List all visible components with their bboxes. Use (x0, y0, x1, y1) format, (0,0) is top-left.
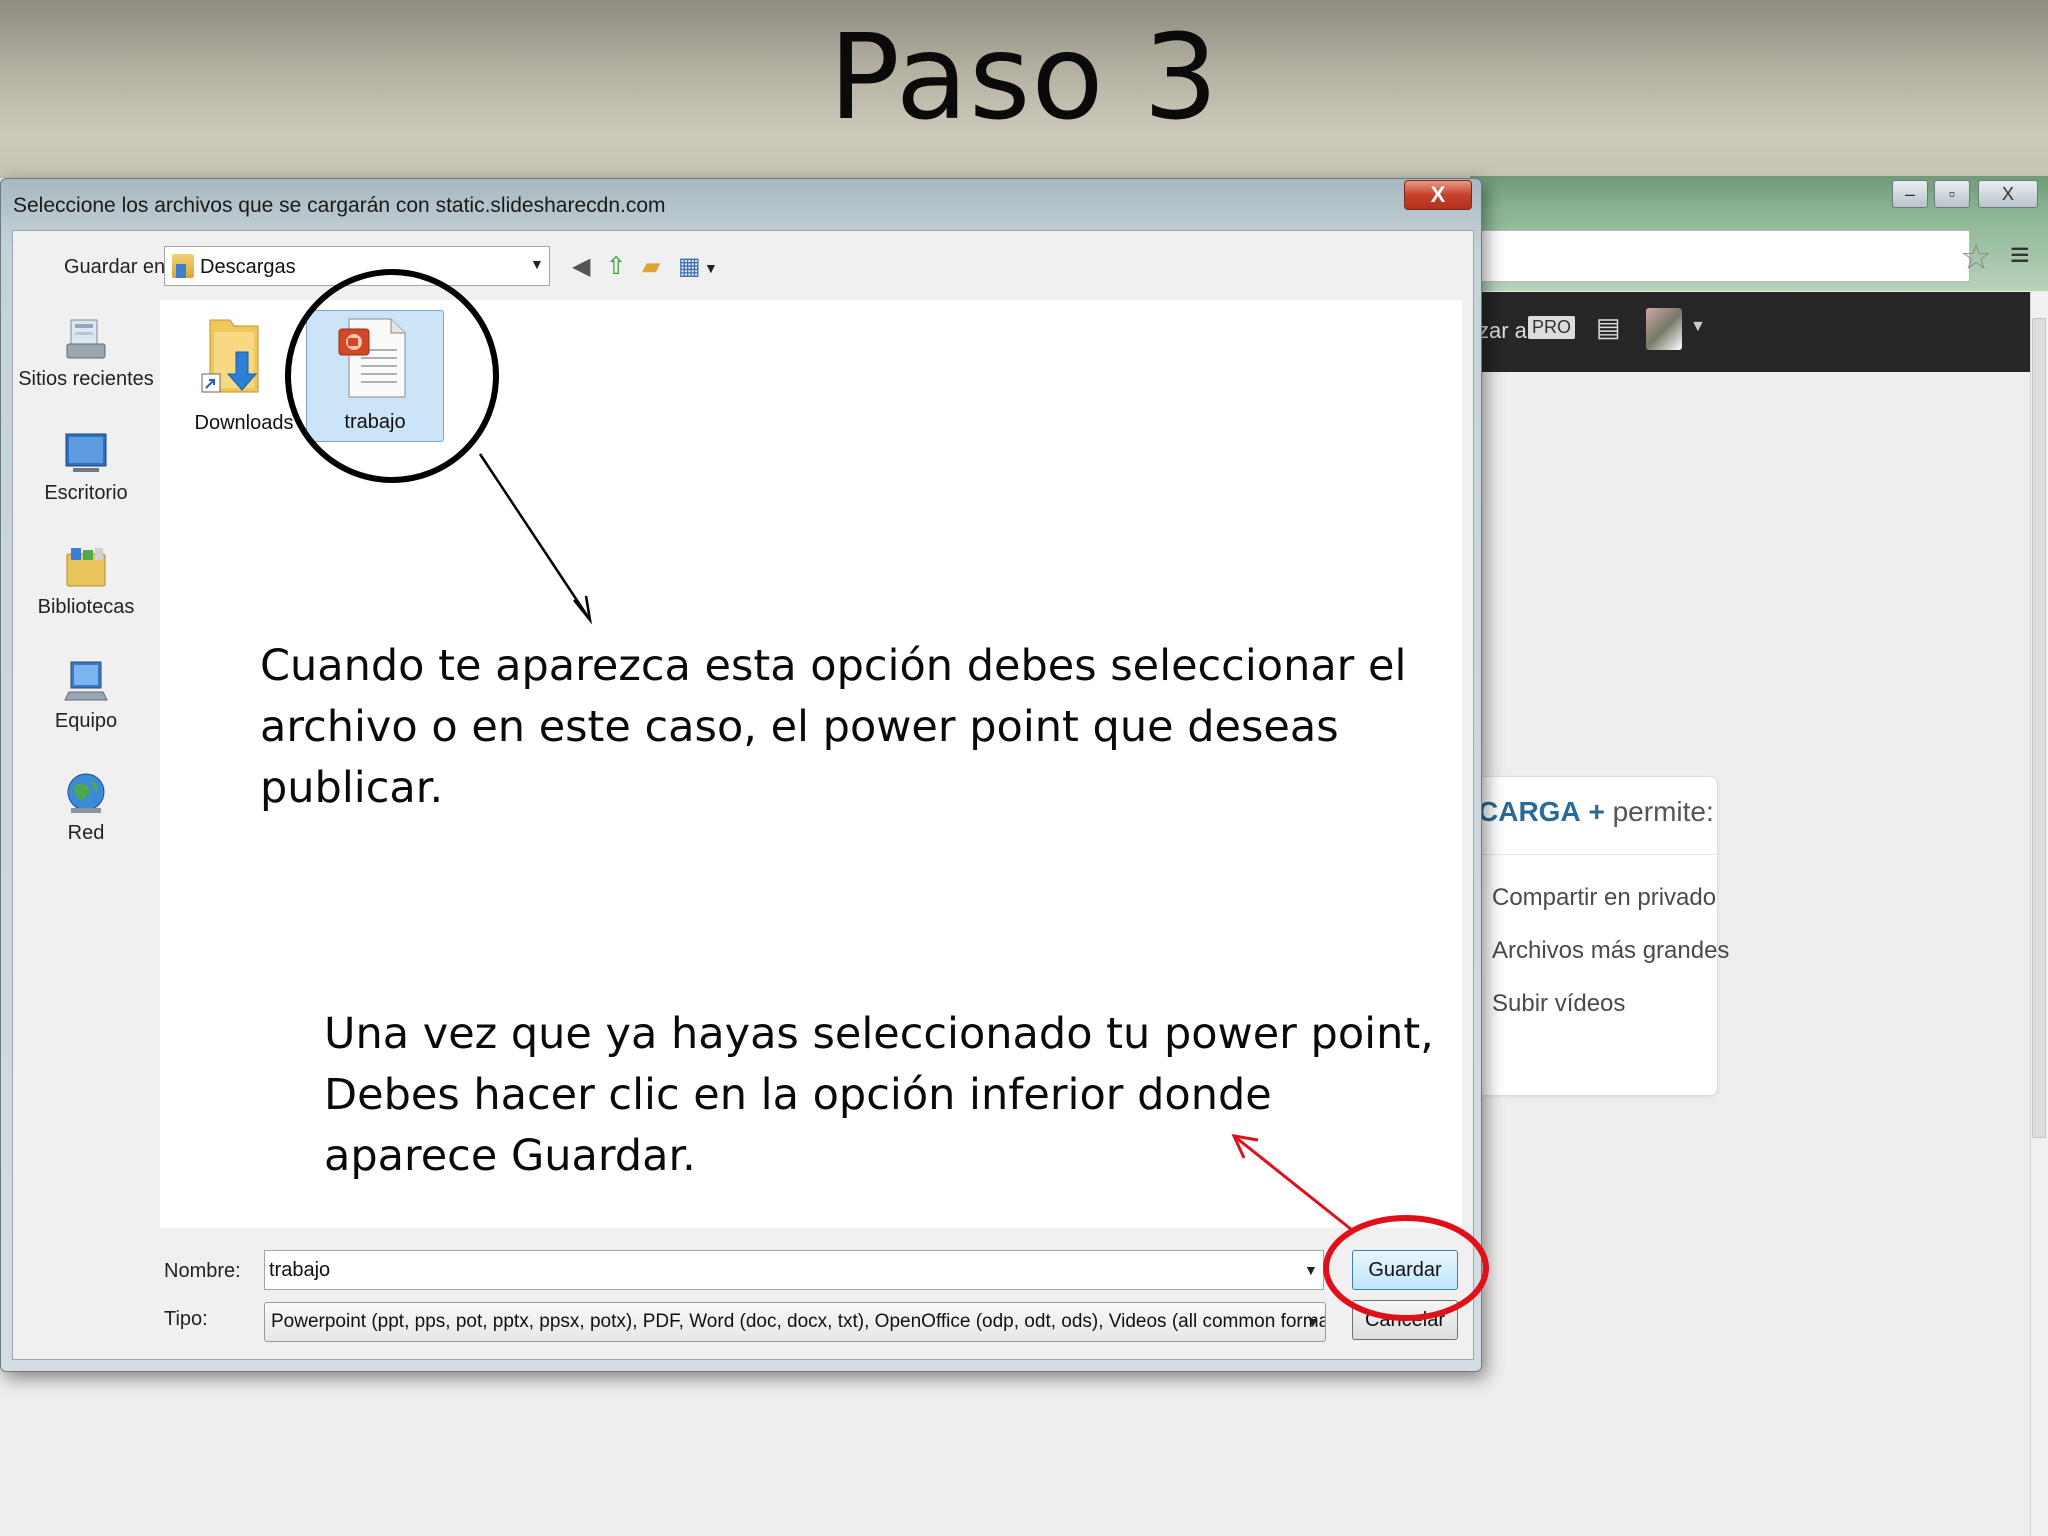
plus-icon: + (1588, 796, 1605, 827)
place-desktop[interactable]: Escritorio (14, 430, 158, 505)
document-icon[interactable]: ▤ (1596, 312, 1621, 343)
bookmark-star-icon[interactable]: ☆ (1960, 236, 1992, 278)
maximize-button[interactable]: ▫ (1934, 180, 1970, 208)
divider (1478, 854, 1718, 855)
upgrade-link[interactable]: zar a (1478, 318, 1527, 344)
powerpoint-file-icon (338, 318, 406, 398)
scrollbar-thumb[interactable] (2032, 318, 2046, 1138)
place-network[interactable]: Red (14, 770, 158, 845)
menu-icon[interactable]: ≡ (2010, 236, 2030, 275)
file-label: trabajo (344, 411, 406, 433)
chevron-down-icon[interactable]: ▼ (530, 256, 544, 272)
chevron-down-icon[interactable]: ▼ (704, 260, 718, 276)
file-name-input[interactable] (264, 1250, 1324, 1290)
new-folder-icon[interactable]: ▰ (642, 252, 660, 281)
save-in-label: Guardar en: (64, 256, 171, 278)
cancel-button[interactable]: Cancelar (1352, 1300, 1458, 1340)
file-type-label: Tipo: (164, 1308, 208, 1330)
network-globe-icon (67, 773, 105, 813)
minimize-button[interactable]: – (1892, 180, 1928, 208)
upload-card-suffix: permite: (1612, 796, 1714, 827)
up-folder-icon[interactable]: ⇧ (606, 252, 626, 281)
slide-title: Paso 3 (828, 8, 1220, 146)
file-item-downloads[interactable]: Downloads (184, 312, 304, 442)
place-computer[interactable]: Equipo (14, 658, 158, 733)
view-menu-icon[interactable]: ▦ (678, 252, 701, 281)
file-name-label: Nombre: (164, 1260, 241, 1282)
avatar[interactable] (1646, 308, 1682, 350)
file-item-trabajo[interactable]: trabajo (306, 310, 444, 442)
browser-close-button[interactable]: X (1978, 180, 2038, 208)
annotation-text: Una vez que ya hayas seleccionado tu pow… (324, 1009, 1434, 1181)
place-recent[interactable]: Sitios recientes (14, 316, 158, 391)
recent-places-icon (66, 319, 106, 359)
feature-item: Subir vídeos (1492, 990, 1626, 1017)
save-button[interactable]: Guardar (1352, 1250, 1458, 1290)
feature-item: Compartir en privado (1492, 884, 1717, 911)
back-icon[interactable]: ◀ (572, 252, 590, 281)
chevron-down-icon[interactable]: ▼ (1690, 318, 1706, 336)
libraries-icon (66, 548, 106, 587)
file-type-select[interactable]: Powerpoint (ppt, pps, pot, pptx, ppsx, p… (264, 1302, 1326, 1342)
feature-item: Archivos más grandes (1492, 937, 1730, 964)
annotation-text: Cuando te aparezca esta opción debes sel… (260, 641, 1407, 813)
place-libraries[interactable]: Bibliotecas (14, 544, 158, 619)
dialog-close-button[interactable]: X (1404, 180, 1472, 210)
upload-card-brand: CARGA (1478, 796, 1581, 827)
address-bar[interactable] (1470, 230, 1970, 282)
upload-card-title: CARGA + permite: (1478, 796, 1714, 828)
desktop-icon (65, 433, 107, 472)
downloads-folder-icon (201, 319, 259, 393)
chevron-down-icon[interactable]: ▼ (1306, 1314, 1320, 1330)
computer-icon (64, 661, 108, 701)
pro-badge[interactable]: PRO (1528, 316, 1576, 339)
file-label: Downloads (194, 412, 294, 434)
folder-icon (172, 254, 194, 278)
save-in-value: Descargas (200, 256, 296, 278)
dialog-title: Seleccione los archivos que se cargarán … (13, 194, 666, 217)
chevron-down-icon[interactable]: ▼ (1304, 1262, 1318, 1278)
